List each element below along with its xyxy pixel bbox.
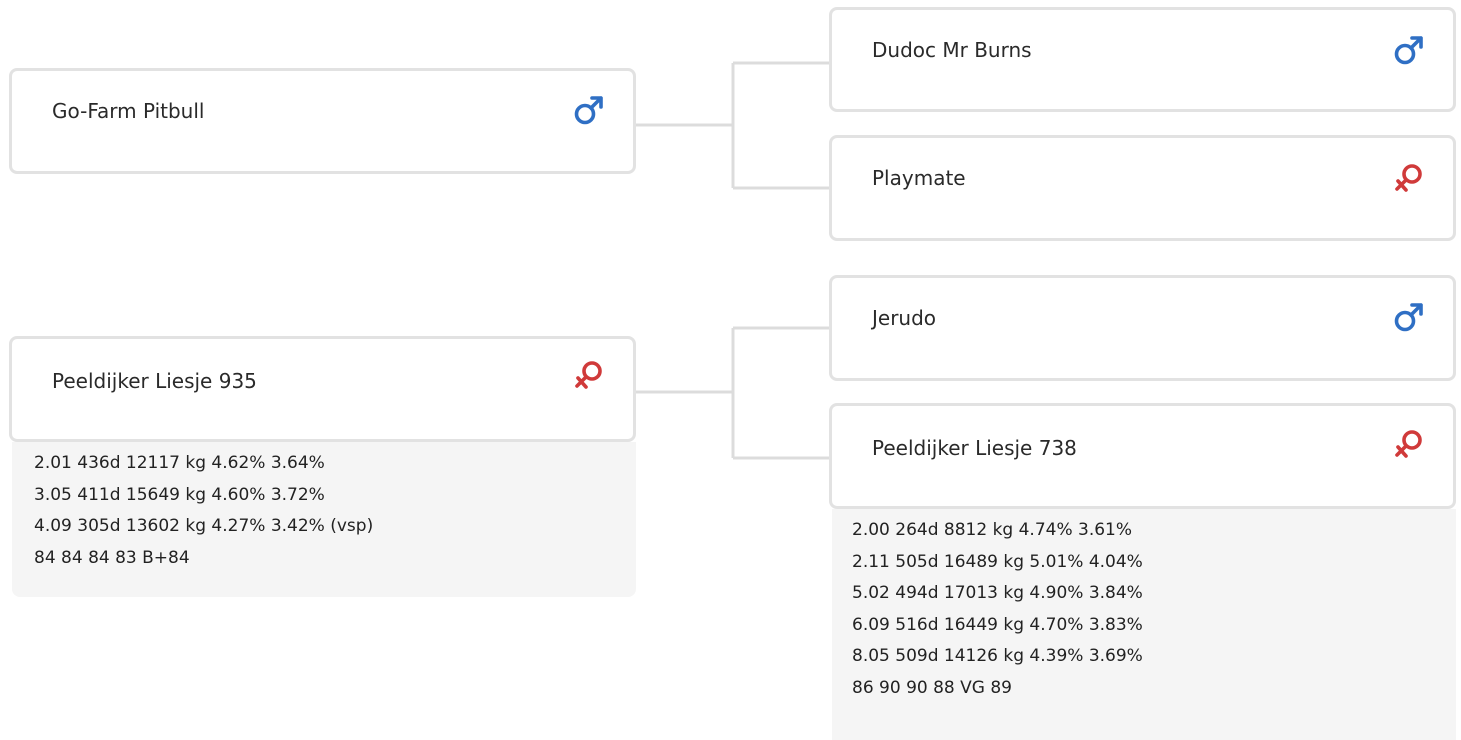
stats-line: 6.09 516d 16449 kg 4.70% 3.83% <box>852 614 1143 635</box>
sire-dam-name: Playmate <box>872 166 966 190</box>
stats-line: 2.11 505d 16489 kg 5.01% 4.04% <box>852 551 1143 572</box>
stats-line: 8.05 509d 14126 kg 4.39% 3.69% <box>852 646 1143 666</box>
sire-dam-card[interactable]: Playmate <box>829 135 1456 241</box>
male-icon <box>1392 33 1426 67</box>
dam-dam-name: Peeldijker Liesje 738 <box>872 436 1077 460</box>
dam-sire-name: Jerudo <box>872 306 937 330</box>
stats-line: 2.00 264d 8812 kg 4.74% 3.61% <box>852 520 1133 540</box>
stats-line: 3.05 411d 15649 kg 4.60% 3.72% <box>34 484 325 505</box>
sire-name: Go-Farm Pitbull <box>52 99 205 123</box>
connector-sire-line <box>636 61 832 190</box>
connector-dam-line <box>636 326 832 460</box>
dam-name: Peeldijker Liesje 935 <box>52 369 257 393</box>
dam-dam-card[interactable]: Peeldijker Liesje 738 <box>829 403 1456 509</box>
sire-sire-name: Dudoc Mr Burns <box>872 38 1032 62</box>
stats-line: 2.01 436d 12117 kg 4.62% 3.64% <box>34 453 325 473</box>
female-icon <box>1392 162 1426 196</box>
dam-card[interactable]: Peeldijker Liesje 935 <box>9 336 636 442</box>
male-icon <box>572 93 606 127</box>
sire-card[interactable]: Go-Farm Pitbull <box>9 68 636 174</box>
stats-line: 4.09 305d 13602 kg 4.27% 3.42% (vsp) <box>34 516 374 536</box>
female-icon <box>1392 428 1426 462</box>
female-icon <box>572 359 606 393</box>
stats-line: 84 84 84 83 B+84 <box>34 547 190 568</box>
dam-dam-stats: 2.00 264d 8812 kg 4.74% 3.61% 2.11 505d … <box>832 509 1456 740</box>
sire-sire-card[interactable]: Dudoc Mr Burns <box>829 7 1456 112</box>
dam-stats: 2.01 436d 12117 kg 4.62% 3.64% 3.05 411d… <box>12 442 636 597</box>
male-icon <box>1392 300 1426 334</box>
stats-line: 86 90 90 88 VG 89 <box>852 677 1012 698</box>
stats-line: 5.02 494d 17013 kg 4.90% 3.84% <box>852 583 1143 603</box>
dam-sire-card[interactable]: Jerudo <box>829 275 1456 381</box>
